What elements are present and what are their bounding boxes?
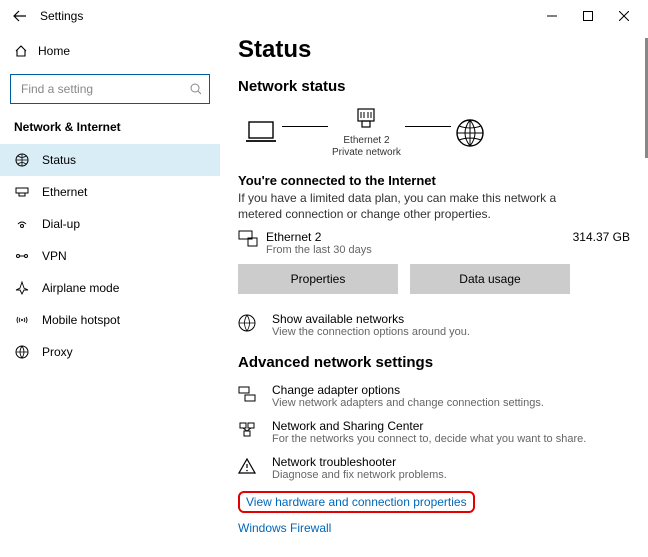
- data-usage-value: 314.37 GB: [573, 230, 630, 244]
- page-title: Status: [238, 36, 630, 64]
- ethernet-icon: [14, 185, 30, 199]
- sidebar-item-label: Status: [42, 153, 76, 167]
- sidebar-item-label: Proxy: [42, 345, 73, 359]
- sidebar-item-hotspot[interactable]: Mobile hotspot: [0, 304, 220, 336]
- maximize-icon: [583, 11, 593, 21]
- globe-icon: [14, 153, 30, 167]
- arrow-left-icon: [13, 9, 27, 23]
- show-networks-title[interactable]: Show available networks: [272, 312, 470, 326]
- laptop-icon: [244, 119, 278, 147]
- connection-name: Ethernet 2: [266, 230, 573, 244]
- sidebar-item-status[interactable]: Status: [0, 144, 220, 176]
- sidebar-item-airplane[interactable]: Airplane mode: [0, 272, 220, 304]
- back-button[interactable]: [6, 9, 34, 23]
- connector-line: [405, 126, 451, 127]
- sidebar-item-label: Ethernet: [42, 185, 87, 199]
- sidebar-item-label: Dial-up: [42, 217, 80, 231]
- connected-heading: You're connected to the Internet: [238, 173, 630, 188]
- connector-line: [282, 126, 328, 127]
- vpn-icon: [14, 249, 30, 263]
- title-bar: Settings: [0, 0, 648, 32]
- diagram-conn-name: Ethernet 2: [343, 135, 389, 146]
- network-status-heading: Network status: [238, 78, 630, 95]
- change-adapter-desc: View network adapters and change connect…: [272, 397, 544, 409]
- close-button[interactable]: [606, 2, 642, 30]
- advanced-heading: Advanced network settings: [238, 354, 630, 371]
- airplane-icon: [14, 281, 30, 295]
- hotspot-icon: [14, 313, 30, 327]
- warning-icon: [238, 455, 260, 481]
- windows-firewall-link[interactable]: Windows Firewall: [238, 521, 630, 535]
- search-input[interactable]: [10, 74, 210, 104]
- troubleshooter-desc: Diagnose and fix network problems.: [272, 469, 447, 481]
- home-item[interactable]: Home: [0, 36, 220, 66]
- sharing-center-title[interactable]: Network and Sharing Center: [272, 419, 586, 433]
- minimize-button[interactable]: [534, 2, 570, 30]
- connection-sub: From the last 30 days: [266, 244, 573, 256]
- network-diagram: Ethernet 2Private network: [244, 107, 630, 159]
- main-content: Status Network status Ethernet 2Private …: [220, 32, 648, 556]
- minimize-icon: [547, 11, 557, 21]
- adapter-options-icon: [238, 383, 260, 409]
- sidebar-item-ethernet[interactable]: Ethernet: [0, 176, 220, 208]
- sidebar-item-proxy[interactable]: Proxy: [0, 336, 220, 368]
- adapter-icon: [355, 107, 377, 133]
- search-icon: [190, 83, 201, 95]
- change-adapter-title[interactable]: Change adapter options: [272, 383, 544, 397]
- adapter-small-icon: [238, 230, 266, 248]
- troubleshooter-title[interactable]: Network troubleshooter: [272, 455, 447, 469]
- window-title: Settings: [40, 9, 83, 23]
- globe-icon: [238, 312, 260, 338]
- maximize-button[interactable]: [570, 2, 606, 30]
- diagram-conn-type: Private network: [332, 147, 401, 158]
- home-icon: [14, 44, 28, 58]
- sidebar-item-vpn[interactable]: VPN: [0, 240, 220, 272]
- sharing-center-icon: [238, 419, 260, 445]
- sidebar-heading: Network & Internet: [0, 116, 220, 144]
- sidebar-item-label: Mobile hotspot: [42, 313, 120, 327]
- sidebar-item-label: Airplane mode: [42, 281, 119, 295]
- connected-body: If you have a limited data plan, you can…: [238, 190, 578, 222]
- sidebar: Home Network & Internet Status Ethernet …: [0, 32, 220, 556]
- sidebar-item-label: VPN: [42, 249, 67, 263]
- data-usage-button[interactable]: Data usage: [410, 264, 570, 294]
- properties-button[interactable]: Properties: [238, 264, 398, 294]
- dialup-icon: [14, 217, 30, 231]
- highlight-annotation: View hardware and connection properties: [238, 491, 475, 513]
- show-networks-desc: View the connection options around you.: [272, 326, 470, 338]
- sidebar-item-dialup[interactable]: Dial-up: [0, 208, 220, 240]
- globe-icon: [455, 118, 485, 148]
- sharing-center-desc: For the networks you connect to, decide …: [272, 433, 586, 445]
- home-label: Home: [38, 44, 70, 58]
- search-field[interactable]: [19, 81, 190, 97]
- view-hardware-link[interactable]: View hardware and connection properties: [246, 495, 467, 509]
- close-icon: [619, 11, 629, 21]
- proxy-icon: [14, 345, 30, 359]
